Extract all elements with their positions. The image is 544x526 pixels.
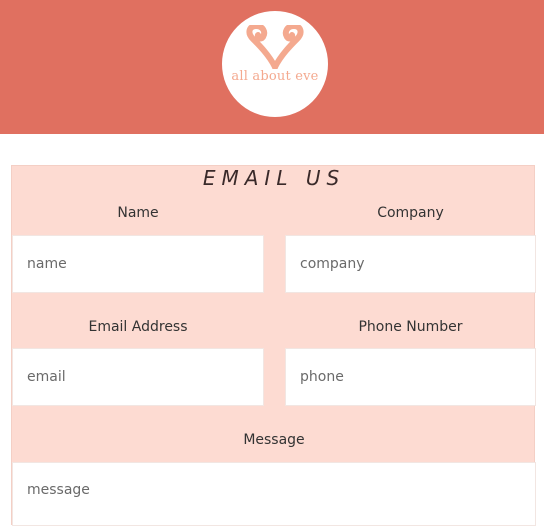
form-title: EMAIL US [202, 166, 346, 190]
brand-logo[interactable]: all about eve [222, 11, 328, 117]
email-input[interactable] [12, 348, 264, 406]
name-label: Name [117, 205, 159, 221]
phone-label: Phone Number [358, 319, 463, 335]
site-header: all about eve [0, 0, 544, 134]
company-label: Company [377, 205, 444, 221]
name-input[interactable] [12, 235, 264, 293]
email-form: EMAIL US Name Company Email Address Phon… [11, 165, 536, 526]
message-label: Message [243, 432, 305, 448]
brand-name: all about eve [231, 69, 319, 84]
phone-input[interactable] [285, 348, 536, 406]
message-input[interactable] [12, 462, 536, 526]
company-input[interactable] [285, 235, 536, 293]
email-label: Email Address [88, 319, 188, 335]
ram-horns-icon [246, 25, 304, 69]
